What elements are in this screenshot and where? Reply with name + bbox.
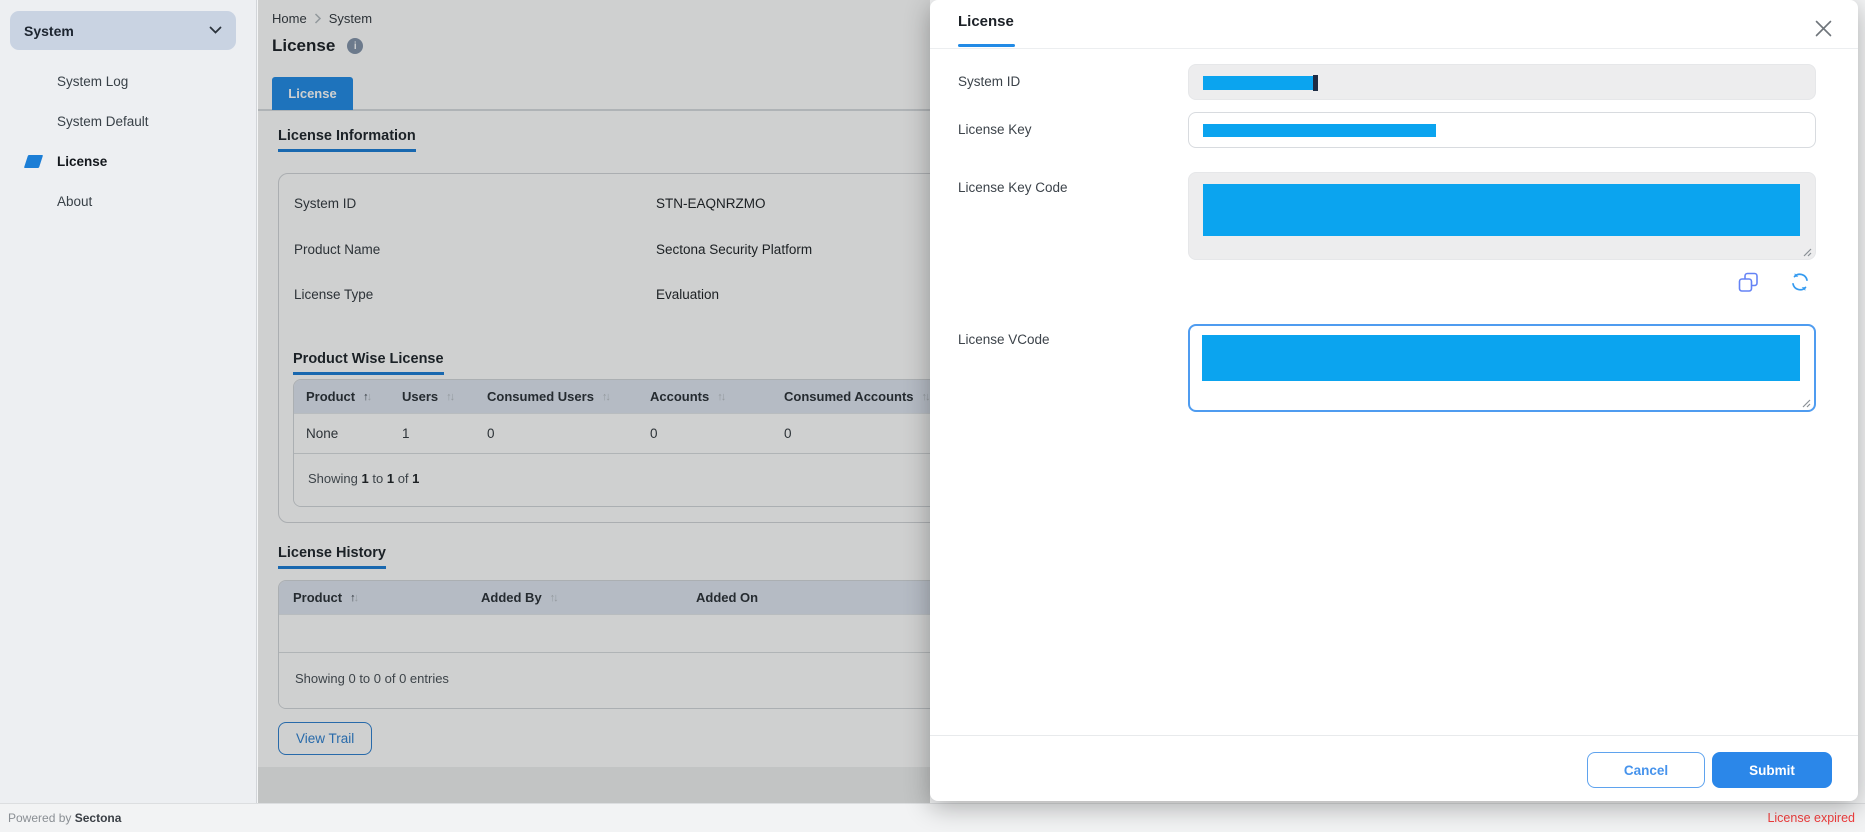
info-icon[interactable]: i <box>347 38 363 54</box>
drawer-label-license-vcode: License VCode <box>958 332 1050 347</box>
product-wise-license-table: Product↑↓ Users↑↓ Consumed Users↑↓ Accou… <box>293 379 930 507</box>
empty-table-row <box>279 614 930 652</box>
field-value-system-id: STN-EAQNRZMO <box>656 196 766 211</box>
sort-icon: ↑↓ <box>350 592 357 604</box>
refresh-icon[interactable] <box>1789 272 1811 294</box>
license-key-redacted-value <box>1203 124 1436 137</box>
license-parallelogram-icon <box>24 155 43 168</box>
col-consumed-accounts[interactable]: Consumed Accounts↑↓ <box>774 389 930 404</box>
tab-bar-divider <box>258 109 930 111</box>
col-product[interactable]: Product↑↓ <box>294 389 392 404</box>
field-value-product-name: Sectona Security Platform <box>656 242 812 257</box>
drawer-label-license-key: License Key <box>958 122 1032 137</box>
field-value-license-type: Evaluation <box>656 287 719 302</box>
sort-icon: ↑↓ <box>446 391 453 403</box>
license-drawer: License System ID License Key License Ke… <box>930 0 1858 801</box>
cancel-button[interactable]: Cancel <box>1587 752 1705 788</box>
resize-handle-icon[interactable] <box>1802 399 1811 408</box>
sort-icon: ↑↓ <box>922 391 929 403</box>
sidebar: System System Log System Default License… <box>0 0 257 803</box>
copy-icon[interactable] <box>1737 272 1759 294</box>
table-header-row: Product↑↓ Users↑↓ Consumed Users↑↓ Accou… <box>294 380 930 413</box>
chevron-right-icon <box>314 13 322 24</box>
col-added-by[interactable]: Added By↑↓ <box>471 590 686 605</box>
drawer-title: License <box>958 13 1014 30</box>
col-product[interactable]: Product↑↓ <box>279 590 471 605</box>
breadcrumb-home[interactable]: Home <box>272 11 307 26</box>
sidebar-section-dropdown[interactable]: System <box>10 11 236 50</box>
table-row[interactable]: None 1 0 0 0 <box>294 413 930 453</box>
col-accounts[interactable]: Accounts↑↓ <box>640 389 774 404</box>
sidebar-item-about[interactable]: About <box>57 192 92 212</box>
page-title: License <box>272 36 335 56</box>
drawer-title-underline <box>958 44 1015 47</box>
license-history-table: Product↑↓ Added By↑↓ Added On Showing 0 … <box>278 580 930 709</box>
license-vcode-textarea[interactable] <box>1188 324 1816 412</box>
powered-by-text: Powered by Sectona <box>8 811 121 825</box>
table-summary: Showing 1 to 1 of 1 <box>294 453 930 506</box>
resize-handle-icon[interactable] <box>1803 248 1812 257</box>
page-footer: Powered by Sectona License expired <box>0 803 1865 832</box>
breadcrumb-system[interactable]: System <box>329 11 372 26</box>
sort-icon: ↑↓ <box>363 391 370 403</box>
submit-button[interactable]: Submit <box>1712 752 1832 788</box>
tab-license[interactable]: License <box>272 77 353 110</box>
sidebar-item-system-default[interactable]: System Default <box>57 112 149 132</box>
brand-name: Sectona <box>75 811 122 825</box>
sidebar-item-license[interactable]: License <box>57 152 107 172</box>
text-cursor <box>1313 75 1318 91</box>
product-wise-license-heading: Product Wise License <box>293 351 444 375</box>
chevron-down-icon <box>209 26 222 35</box>
license-information-card: System ID STN-EAQNRZMO Product Name Sect… <box>278 173 930 523</box>
table-header-row: Product↑↓ Added By↑↓ Added On <box>279 581 930 614</box>
sort-icon: ↑↓ <box>550 592 557 604</box>
license-key-code-redacted-value <box>1203 184 1800 236</box>
table-summary: Showing 0 to 0 of 0 entries <box>279 652 930 708</box>
col-consumed-users[interactable]: Consumed Users↑↓ <box>477 389 640 404</box>
sort-icon: ↑↓ <box>717 391 724 403</box>
drawer-label-system-id: System ID <box>958 74 1020 89</box>
sidebar-item-system-log[interactable]: System Log <box>57 72 128 92</box>
system-id-redacted-value <box>1203 76 1313 90</box>
col-users[interactable]: Users↑↓ <box>392 389 477 404</box>
drawer-label-license-key-code: License Key Code <box>958 180 1068 195</box>
license-information-heading: License Information <box>278 128 416 152</box>
license-vcode-redacted-value <box>1202 335 1800 381</box>
content-background <box>258 767 930 803</box>
license-key-code-textarea[interactable] <box>1188 172 1816 260</box>
sort-icon: ↑↓ <box>602 391 609 403</box>
system-id-input[interactable] <box>1188 64 1816 100</box>
field-label-system-id: System ID <box>294 196 356 211</box>
drawer-footer-divider <box>930 735 1858 736</box>
view-trail-button[interactable]: View Trail <box>278 722 372 755</box>
field-label-license-type: License Type <box>294 287 373 302</box>
field-label-product-name: Product Name <box>294 242 380 257</box>
license-history-heading: License History <box>278 545 386 569</box>
license-key-input[interactable] <box>1188 112 1816 148</box>
sidebar-section-label: System <box>24 23 74 39</box>
main-content: Home System License i License License In… <box>258 0 930 803</box>
col-added-on[interactable]: Added On <box>686 590 930 605</box>
license-status-text: License expired <box>1767 811 1855 825</box>
breadcrumb: Home System <box>272 11 372 26</box>
